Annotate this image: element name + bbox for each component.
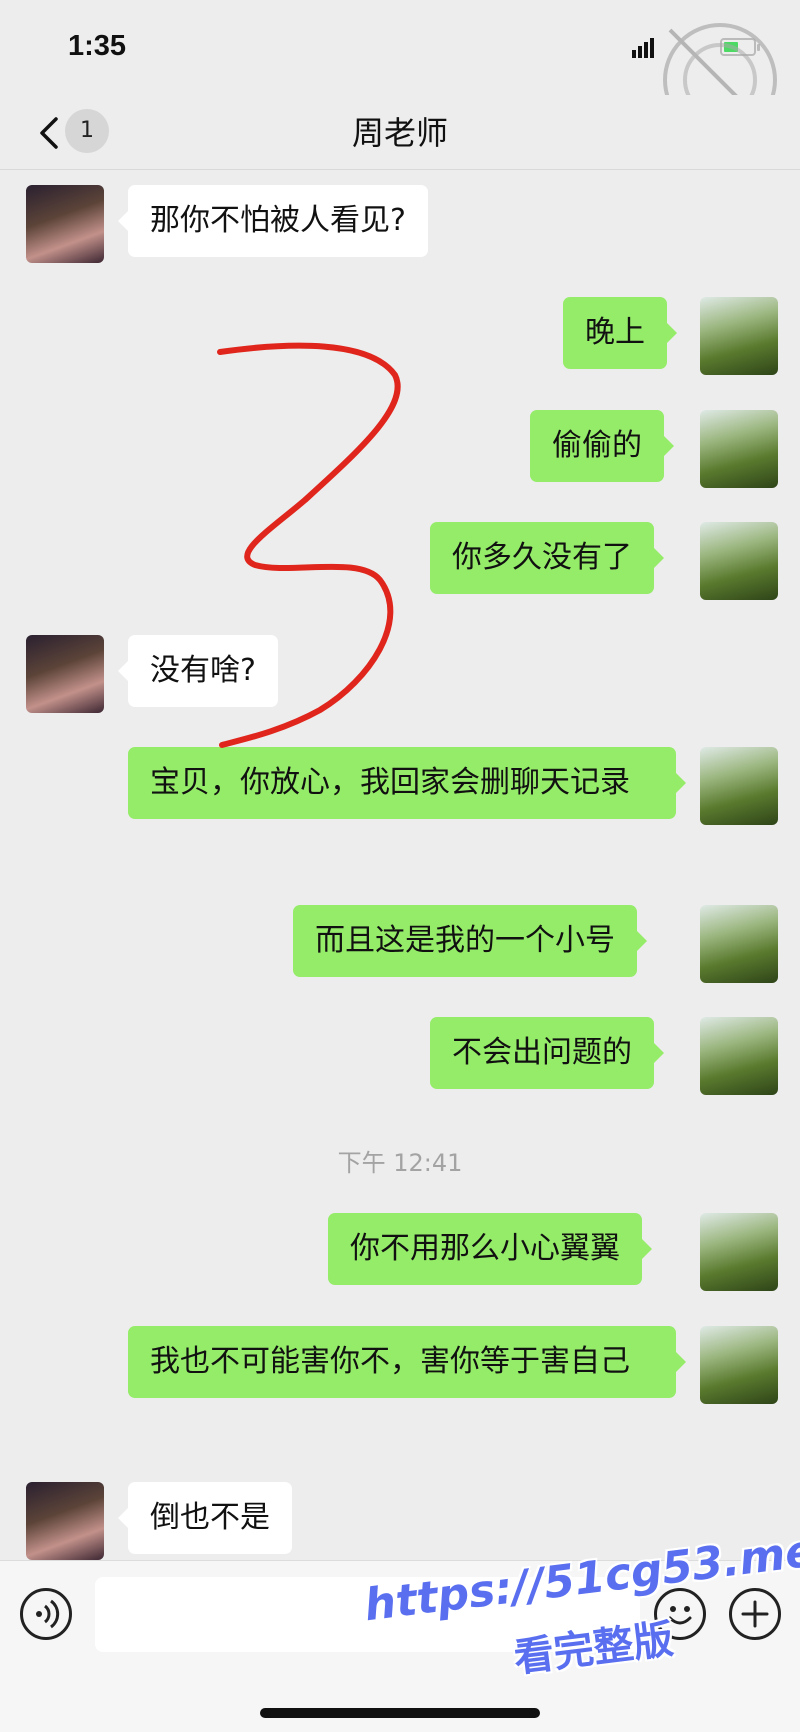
message-bubble-received[interactable]: 那你不怕被人看见?: [118, 185, 428, 257]
self-avatar[interactable]: [700, 1213, 778, 1291]
message-bubble-sent[interactable]: 你不用那么小心翼翼: [328, 1213, 652, 1285]
contact-avatar[interactable]: [26, 635, 104, 713]
contact-avatar[interactable]: [26, 1482, 104, 1560]
message-bubble-sent[interactable]: 偷偷的: [530, 410, 674, 482]
contact-avatar[interactable]: [26, 185, 104, 263]
message-bubble-received[interactable]: 倒也不是: [118, 1482, 292, 1554]
message-bubble-sent[interactable]: 不会出问题的: [430, 1017, 664, 1089]
red-scribble-annotation: [217, 342, 401, 748]
message-bubble-sent[interactable]: 而且这是我的一个小号: [293, 905, 647, 977]
message-bubble-sent[interactable]: 我也不可能害你不，害你等于害自己: [128, 1326, 686, 1398]
watermark-caption: 看完整版: [511, 1616, 676, 1682]
voice-icon[interactable]: [20, 1588, 72, 1640]
watermark-url: https://51cg53.me: [361, 1525, 800, 1632]
message-bubble-sent[interactable]: 晚上: [563, 297, 677, 369]
self-avatar[interactable]: [700, 522, 778, 600]
self-avatar[interactable]: [700, 1326, 778, 1404]
status-time: 1:35: [68, 30, 127, 62]
self-avatar[interactable]: [700, 1017, 778, 1095]
message-bubble-sent[interactable]: 你多久没有了: [430, 522, 664, 594]
chat-title: 周老师: [351, 114, 448, 152]
self-avatar[interactable]: [700, 297, 778, 375]
chat-timestamp: 下午 12:41: [337, 1149, 463, 1177]
self-avatar[interactable]: [700, 410, 778, 488]
self-avatar[interactable]: [700, 747, 778, 825]
message-bubble-sent[interactable]: 宝贝，你放心，我回家会删聊天记录: [128, 747, 686, 819]
self-avatar[interactable]: [700, 905, 778, 983]
